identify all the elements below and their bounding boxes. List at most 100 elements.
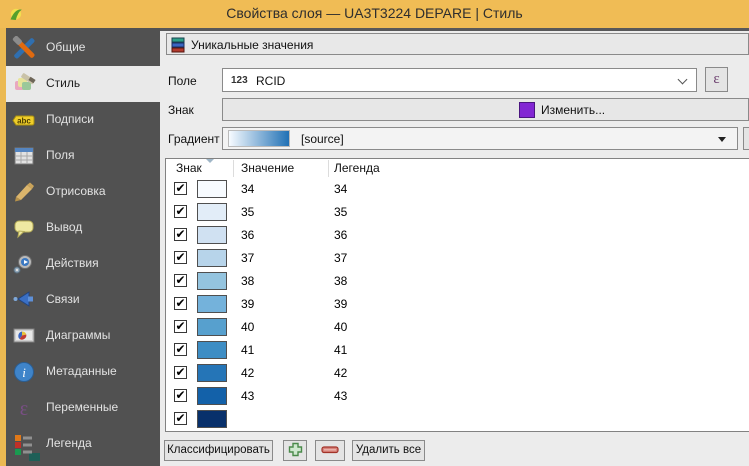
row-legend: 43 — [334, 389, 347, 403]
render-brush-icon — [12, 180, 36, 204]
table-row[interactable]: ✔4141 — [166, 339, 749, 362]
row-checkbox[interactable]: ✔ — [174, 320, 187, 333]
sidebar-item-actions[interactable]: Действия — [6, 246, 160, 282]
add-category-button[interactable] — [283, 440, 307, 461]
row-checkbox[interactable]: ✔ — [174, 205, 187, 218]
header-value[interactable]: Значение — [241, 161, 294, 175]
classify-button[interactable]: Классифицировать — [164, 440, 273, 461]
sidebar-item-label: Вывод — [46, 220, 82, 234]
titlebar: Свойства слоя — UA3T3224 DEPARE | Стиль — [0, 0, 749, 28]
row-color-swatch[interactable] — [197, 410, 227, 428]
table-row[interactable]: ✔3838 — [166, 270, 749, 293]
sidebar-item-label: Отрисовка — [46, 184, 106, 198]
table-row[interactable]: ✔4242 — [166, 362, 749, 385]
row-color-swatch[interactable] — [197, 341, 227, 359]
info-icon: i — [12, 360, 36, 384]
sidebar-item-labels[interactable]: abc Подписи — [6, 102, 160, 138]
sidebar-item-label: Диаграммы — [46, 328, 110, 342]
header-legend[interactable]: Легенда — [334, 161, 380, 175]
row-checkbox[interactable]: ✔ — [174, 182, 187, 195]
field-label: Поле — [168, 74, 197, 88]
row-color-swatch[interactable] — [197, 272, 227, 290]
gears-icon — [12, 252, 36, 276]
svg-text:abc: abc — [17, 117, 31, 126]
remove-category-button[interactable] — [315, 440, 345, 461]
sidebar: Общие Стиль abc Подписи Поля Отрисовка Вывод Де… — [6, 28, 160, 466]
row-value: 38 — [241, 274, 254, 288]
table-row[interactable]: ✔4343 — [166, 385, 749, 408]
sidebar-item-rendering[interactable]: Отрисовка — [6, 174, 160, 210]
sidebar-item-style[interactable]: Стиль — [6, 66, 160, 102]
fields-table-icon — [12, 144, 36, 168]
sidebar-item-joins[interactable]: Связи — [6, 282, 160, 318]
sidebar-item-metadata[interactable]: iМетаданные — [6, 354, 160, 390]
sidebar-item-legend[interactable]: Легенда — [6, 426, 160, 462]
layer-properties-window: Свойства слоя — UA3T3224 DEPARE | Стиль … — [0, 0, 749, 466]
sidebar-item-variables[interactable]: εПеременные — [6, 390, 160, 426]
table-row[interactable]: ✔3535 — [166, 201, 749, 224]
row-legend: 39 — [334, 297, 347, 311]
expression-builder-button[interactable]: ε — [705, 67, 728, 92]
column-divider — [233, 160, 234, 177]
row-legend: 41 — [334, 343, 347, 357]
table-row[interactable]: ✔3636 — [166, 224, 749, 247]
row-color-swatch[interactable] — [197, 249, 227, 267]
row-checkbox[interactable]: ✔ — [174, 274, 187, 287]
row-value: 37 — [241, 251, 254, 265]
categories-table: Знак Значение Легенда ✔3434✔3535✔3636✔37… — [165, 158, 749, 432]
row-color-swatch[interactable] — [197, 226, 227, 244]
table-row[interactable]: ✔ 39 39 — [166, 293, 749, 316]
sidebar-item-fields[interactable]: Поля — [6, 138, 160, 174]
change-symbol-button[interactable]: Изменить... — [222, 98, 749, 121]
row-checkbox[interactable]: ✔ — [174, 389, 187, 402]
symbol-label: Знак — [168, 103, 194, 117]
categorized-renderer-icon — [171, 37, 187, 56]
row-color-swatch[interactable] — [197, 318, 227, 336]
dropdown-arrow-icon — [718, 137, 726, 142]
sidebar-item-label: Подписи — [46, 112, 94, 126]
row-checkbox[interactable]: ✔ — [174, 412, 187, 425]
field-select[interactable]: 123 RCID — [222, 68, 697, 92]
sidebar-item-general[interactable]: Общие — [6, 30, 160, 66]
minus-icon — [321, 446, 339, 454]
renderer-select-value: Уникальные значения — [191, 38, 313, 52]
table-row[interactable]: ✔ 40 40 — [166, 316, 749, 339]
sidebar-item-label: Общие — [46, 40, 85, 54]
sidebar-item-diagrams[interactable]: Диаграммы — [6, 318, 160, 354]
row-legend: 42 — [334, 366, 347, 380]
table-header: Знак Значение Легенда — [166, 159, 749, 178]
row-checkbox[interactable]: ✔ — [174, 366, 187, 379]
row-color-swatch[interactable] — [197, 295, 227, 313]
row-legend: 35 — [334, 205, 347, 219]
table-row[interactable]: ✔3737 — [166, 247, 749, 270]
renderer-select[interactable]: Уникальные значения — [166, 33, 749, 55]
row-value: 34 — [241, 182, 254, 196]
row-value: 40 — [241, 320, 254, 334]
sidebar-item-display[interactable]: Вывод — [6, 210, 160, 246]
color-ramp-value: [source] — [301, 132, 344, 146]
row-color-swatch[interactable] — [197, 364, 227, 382]
sidebar-item-label: Связи — [46, 292, 80, 306]
svg-text:i: i — [22, 365, 26, 380]
table-row[interactable]: ✔ 34 34 — [166, 178, 749, 201]
row-checkbox[interactable]: ✔ — [174, 343, 187, 356]
svg-text:ε: ε — [20, 398, 28, 420]
speech-bubble-icon — [12, 216, 36, 240]
row-checkbox[interactable]: ✔ — [174, 297, 187, 310]
table-row[interactable]: ✔ — [166, 408, 749, 431]
header-symbol[interactable]: Знак — [176, 161, 202, 175]
row-color-swatch[interactable] — [197, 387, 227, 405]
sidebar-item-label: Стиль — [46, 76, 80, 90]
row-checkbox[interactable]: ✔ — [174, 228, 187, 241]
delete-all-button[interactable]: Удалить все — [352, 440, 425, 461]
row-legend: 34 — [334, 182, 347, 196]
row-color-swatch[interactable] — [197, 203, 227, 221]
row-color-swatch[interactable] — [197, 180, 227, 198]
integer-field-icon: 123 — [231, 75, 248, 86]
row-value: 39 — [241, 297, 254, 311]
color-ramp-select[interactable]: [source] — [222, 127, 738, 150]
row-legend: 40 — [334, 320, 347, 334]
edit-ramp-button-cutoff[interactable] — [743, 127, 749, 150]
row-checkbox[interactable]: ✔ — [174, 251, 187, 264]
row-legend: 36 — [334, 228, 347, 242]
